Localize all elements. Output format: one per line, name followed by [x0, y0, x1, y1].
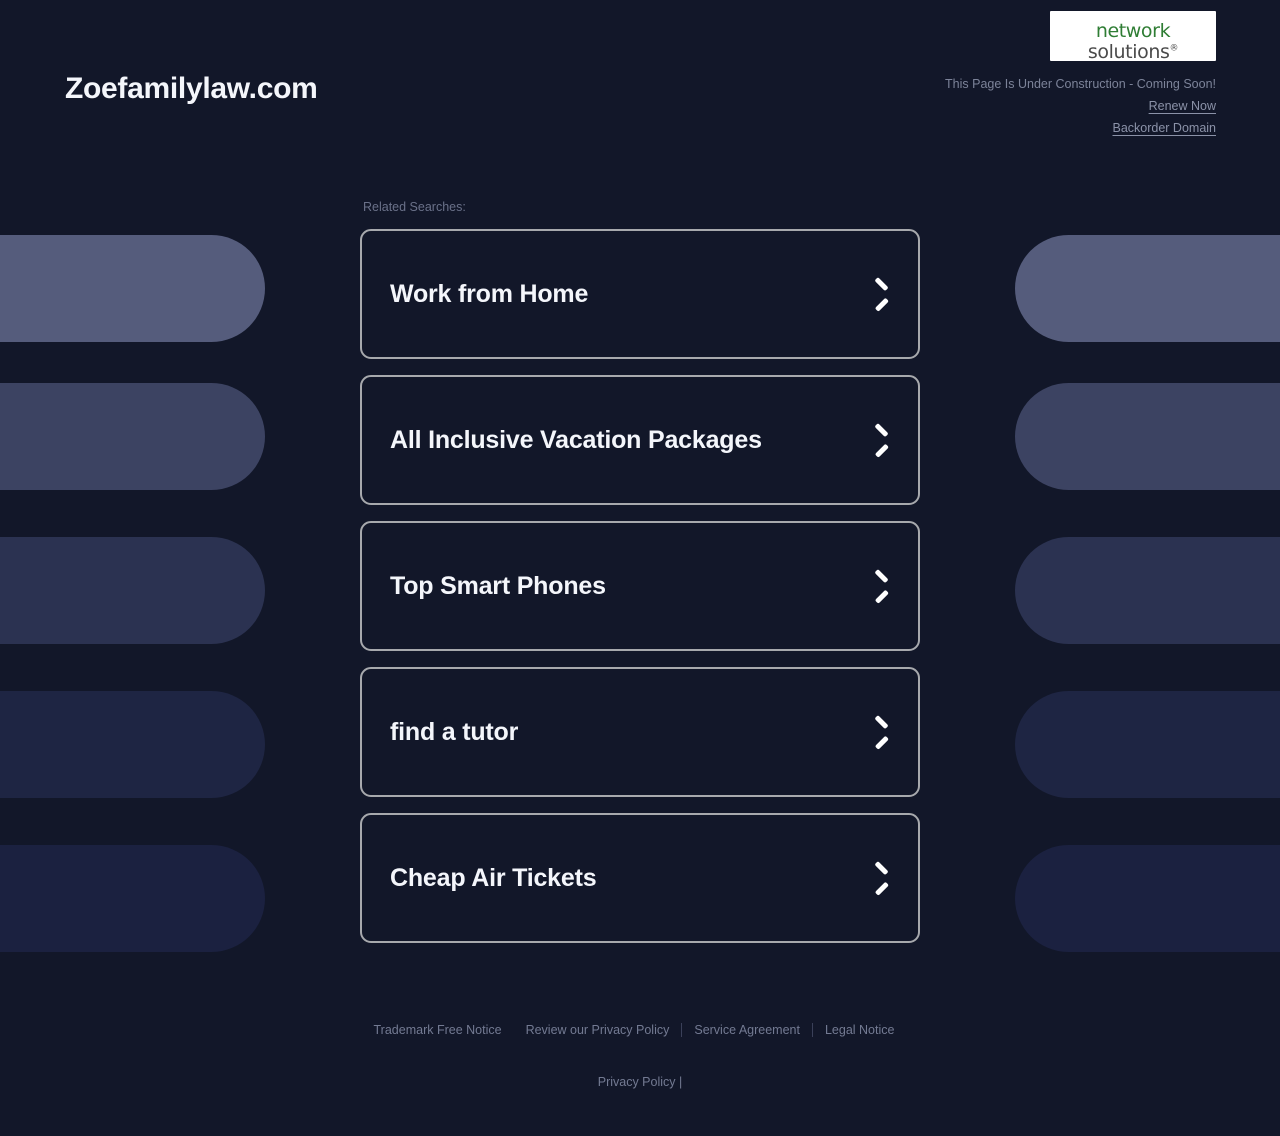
decorative-pill [0, 235, 265, 342]
decorative-pill [0, 691, 265, 798]
footer-link-privacy-policy[interactable]: Privacy Policy | [598, 1075, 683, 1089]
network-solutions-logo[interactable]: network solutions® [1050, 11, 1216, 61]
registered-mark-icon: ® [1169, 43, 1179, 54]
search-card-top-smart-phones[interactable]: Top Smart Phones [360, 521, 920, 651]
main-content: Related Searches: Work from Home All Inc… [360, 150, 920, 1089]
decorative-pill [1015, 845, 1280, 952]
chevron-right-icon [868, 426, 890, 454]
construction-notice: This Page Is Under Construction - Coming… [945, 77, 1216, 91]
related-searches-label: Related Searches: [363, 200, 466, 214]
page-header: Zoefamilylaw.com network solutions® This… [0, 0, 1280, 150]
footer-link-service-agreement[interactable]: Service Agreement [682, 1023, 812, 1037]
decorative-pill [1015, 235, 1280, 342]
search-card-find-a-tutor[interactable]: find a tutor [360, 667, 920, 797]
logo-text-solutions: solutions® [1050, 41, 1216, 62]
related-searches-list: Work from Home All Inclusive Vacation Pa… [360, 229, 920, 943]
chevron-right-icon [868, 864, 890, 892]
search-card-label: Cheap Air Tickets [390, 863, 597, 892]
logo-solutions-word: solutions [1087, 41, 1170, 62]
logo-text-network: network [1095, 20, 1171, 42]
page-footer: Trademark Free Notice Review our Privacy… [360, 1023, 920, 1089]
backorder-domain-link[interactable]: Backorder Domain [945, 121, 1216, 135]
footer-link-legal-notice[interactable]: Legal Notice [813, 1023, 907, 1037]
footer-bottom-row: Privacy Policy | [360, 1075, 920, 1089]
decorative-pill [0, 383, 265, 490]
search-card-cheap-air-tickets[interactable]: Cheap Air Tickets [360, 813, 920, 943]
search-card-label: find a tutor [390, 717, 519, 746]
footer-links-row: Trademark Free Notice Review our Privacy… [360, 1023, 920, 1037]
decorative-pill [0, 845, 265, 952]
search-card-label: Work from Home [390, 279, 589, 308]
search-card-all-inclusive-vacation-packages[interactable]: All Inclusive Vacation Packages [360, 375, 920, 505]
chevron-right-icon [868, 280, 890, 308]
header-right-panel: network solutions® This Page Is Under Co… [945, 11, 1216, 135]
search-card-label: All Inclusive Vacation Packages [390, 425, 762, 454]
search-card-work-from-home[interactable]: Work from Home [360, 229, 920, 359]
search-card-label: Top Smart Phones [390, 571, 606, 600]
decorative-pill [1015, 691, 1280, 798]
renew-now-link[interactable]: Renew Now [945, 99, 1216, 113]
footer-link-trademark-free-notice[interactable]: Trademark Free Notice [374, 1023, 514, 1037]
decorative-pill [1015, 537, 1280, 644]
footer-link-review-our-privacy-policy[interactable]: Review our Privacy Policy [514, 1023, 682, 1037]
page-title: Zoefamilylaw.com [65, 72, 318, 105]
page-root: Zoefamilylaw.com network solutions® This… [0, 0, 1280, 1136]
chevron-right-icon [868, 572, 890, 600]
chevron-right-icon [868, 718, 890, 746]
decorative-pill [0, 537, 265, 644]
decorative-pill [1015, 383, 1280, 490]
